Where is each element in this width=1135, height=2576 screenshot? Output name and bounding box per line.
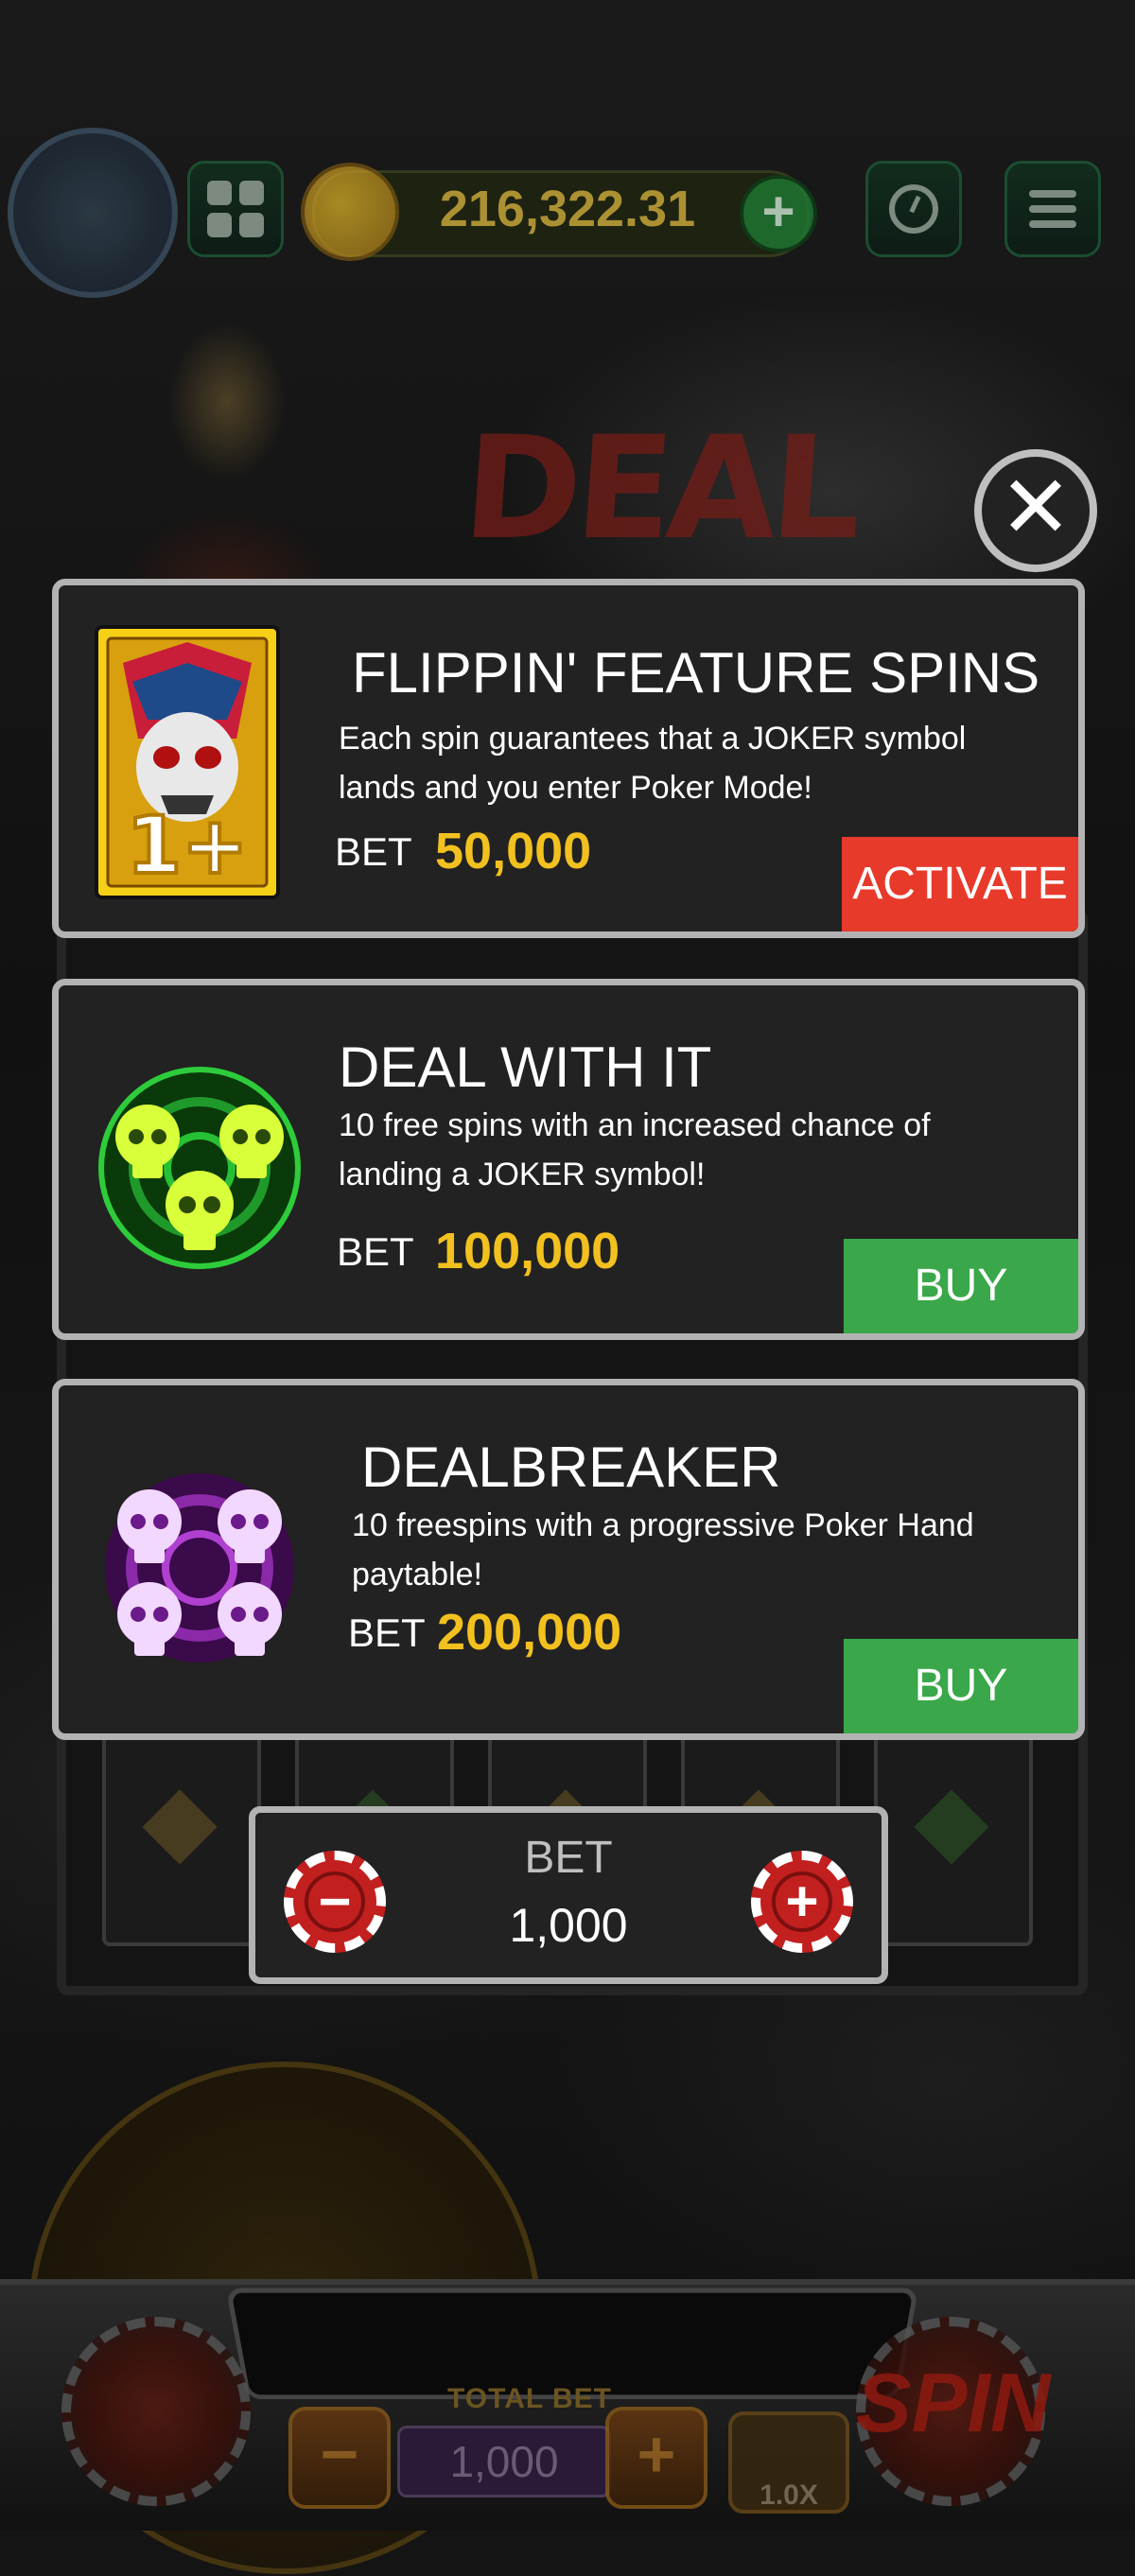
- games-grid-button[interactable]: [187, 161, 284, 257]
- clock-icon: [889, 184, 938, 234]
- add-funds-button[interactable]: +: [740, 175, 817, 252]
- spin-label: SPIN: [856, 2356, 1051, 2449]
- total-bet-decrease-button[interactable]: −: [288, 2407, 391, 2509]
- menu-icon: [1029, 183, 1076, 235]
- feature-description: Each spin guarantees that a JOKER symbol…: [339, 721, 967, 806]
- reel-cell: [874, 1721, 1033, 1946]
- history-button[interactable]: [865, 161, 962, 257]
- feature-card-dealbreaker: DEALBREAKER 10 freespins with a progress…: [52, 1379, 1085, 1740]
- feature-bet-label: BET: [335, 829, 412, 874]
- balance-amount: 216,322.31: [439, 181, 696, 237]
- grid-icon: [207, 181, 264, 237]
- feature-bet-label: BET: [337, 1229, 414, 1274]
- activate-button[interactable]: ACTIVATE: [842, 837, 1078, 931]
- feature-description: 10 free spins with an increased chance o…: [339, 1107, 931, 1192]
- feature-title: DEAL WITH IT: [339, 1036, 712, 1099]
- bet-increase-button[interactable]: +: [751, 1851, 853, 1953]
- feature-bet-value: 100,000: [435, 1223, 620, 1279]
- total-bet-increase-button[interactable]: +: [605, 2407, 707, 2509]
- feature-bet-label: BET: [348, 1610, 426, 1655]
- game-logo: DEAL WITH IT: [435, 407, 863, 900]
- villain-character: [85, 303, 369, 586]
- close-icon: ✕: [999, 460, 1073, 556]
- feature-title: FLIPPIN' FEATURE SPINS: [352, 641, 1040, 705]
- autoplay-button[interactable]: [61, 2317, 251, 2506]
- total-bet-value: 1,000: [397, 2426, 611, 2498]
- close-button[interactable]: ✕: [974, 449, 1097, 572]
- reel-cell: [102, 1721, 261, 1946]
- buy-dealbreaker-button[interactable]: BUY: [844, 1639, 1078, 1733]
- plus-icon: +: [772, 1871, 832, 1932]
- feature-bet-value: 200,000: [437, 1604, 622, 1661]
- coin-icon: [301, 163, 399, 261]
- bet-selector: − BET 1,000 +: [249, 1806, 888, 1984]
- feature-description: 10 freespins with a progressive Poker Ha…: [352, 1507, 974, 1593]
- feature-bet-value: 50,000: [435, 823, 592, 879]
- purple-skulls-icon: [105, 1473, 294, 1662]
- player-avatar: [8, 128, 178, 298]
- buy-deal-with-it-button[interactable]: BUY: [844, 1239, 1078, 1333]
- joker-card-icon: 1+: [95, 625, 280, 899]
- feature-title: DEALBREAKER: [361, 1436, 781, 1499]
- svg-text:1+: 1+: [127, 799, 249, 892]
- feature-card-flippin: 1+ FLIPPIN' FEATURE SPINS Each spin guar…: [52, 579, 1085, 938]
- speed-button[interactable]: 1.0X: [728, 2411, 849, 2514]
- feature-card-deal-with-it: DEAL WITH IT 10 free spins with an incre…: [52, 979, 1085, 1340]
- menu-button[interactable]: [1004, 161, 1101, 257]
- green-skulls-icon: [98, 1067, 301, 1269]
